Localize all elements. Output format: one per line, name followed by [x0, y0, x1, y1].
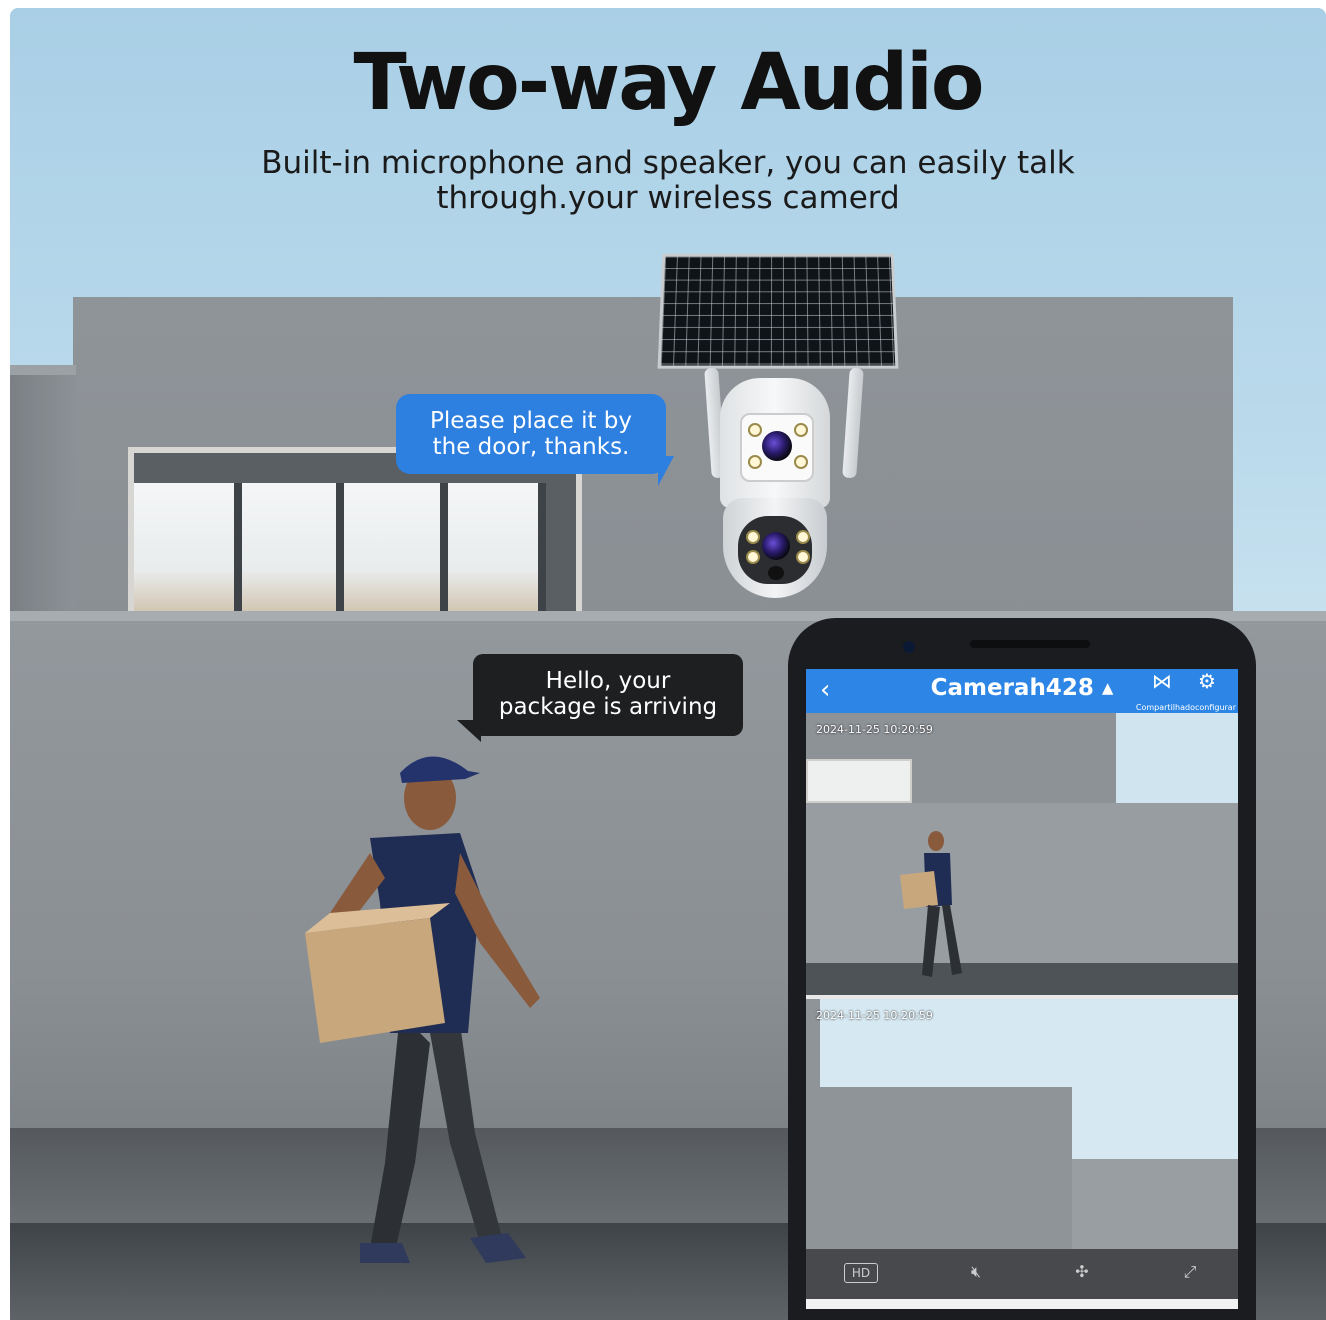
phone-screen: ‹ Camerah428 ▴ ⋈ ⚙ Compartilhadoconfigur…: [806, 669, 1238, 1309]
earpiece: [970, 640, 1090, 648]
mute-icon[interactable]: 🔇︎: [956, 1259, 996, 1285]
timestamp: 2024-11-25 10:20:59: [816, 723, 933, 736]
front-camera-icon: [903, 641, 915, 653]
camera-lens-icon: [762, 532, 790, 560]
building-left-cap: [10, 365, 76, 375]
delivery-man: [305, 756, 540, 1263]
led-icon: [746, 530, 760, 544]
camera-upper-face: [740, 413, 814, 482]
camera-speech-bubble: Please place it by the door, thanks.: [396, 394, 666, 474]
settings-icon[interactable]: ⚙: [1198, 669, 1216, 693]
led-icon: [748, 455, 762, 469]
ptz-icon[interactable]: ✣: [1062, 1259, 1102, 1285]
camera-feed-2[interactable]: 2024-11-25 10:20:59: [806, 999, 1238, 1249]
sensor-icon: [768, 566, 784, 580]
courier-bubble-tail: [457, 720, 481, 742]
building-left-wall: [10, 365, 76, 627]
app-header: ‹ Camerah428 ▴ ⋈ ⚙ Compartilhadoconfigur…: [806, 669, 1238, 713]
courier-speech-bubble: Hello, your package is arriving: [473, 654, 743, 736]
camera-bubble-line-2: the door, thanks.: [432, 434, 630, 460]
share-settings-label: Compartilhadoconfigurar: [1135, 703, 1236, 712]
led-icon: [794, 423, 808, 437]
page-title: Two-way Audio: [353, 38, 984, 128]
led-icon: [796, 530, 810, 544]
camera-bubble-tail: [658, 456, 674, 486]
bottom-toolbar: [806, 1299, 1238, 1309]
camera-bubble-line-1: Please place it by: [429, 408, 633, 434]
share-icon[interactable]: ⋈: [1152, 669, 1172, 693]
subtitle-line-1: Built-in microphone and speaker, you can…: [261, 145, 1075, 181]
timestamp: 2024-11-25 10:20:59: [816, 1009, 933, 1022]
subtitle-line-2: through.your wireless camerd: [436, 180, 900, 216]
player-controls: HD 🔇︎ ✣ ⤢: [806, 1249, 1238, 1299]
courier-bubble-line-2: package is arriving: [498, 694, 718, 720]
feed-person: [900, 831, 962, 977]
camera-lens-icon: [762, 431, 792, 461]
solar-panel: [657, 253, 899, 369]
hd-button[interactable]: HD: [844, 1263, 878, 1283]
camera-name[interactable]: Camerah428 ▴: [806, 675, 1238, 701]
camera-lower-face: [738, 516, 812, 584]
led-icon: [794, 455, 808, 469]
courier-bubble-line-1: Hello, your: [545, 668, 671, 694]
fullscreen-icon[interactable]: ⤢: [1170, 1259, 1210, 1285]
building-window: [128, 447, 582, 629]
product-scene: Two-way Audio Built-in microphone and sp…: [10, 8, 1326, 1320]
camera-feed-1[interactable]: 2024-11-25 10:20:59: [806, 713, 1238, 995]
led-icon: [796, 550, 810, 564]
led-icon: [748, 423, 762, 437]
page-subtitle: Built-in microphone and speaker, you can…: [190, 146, 1146, 216]
led-icon: [746, 550, 760, 564]
